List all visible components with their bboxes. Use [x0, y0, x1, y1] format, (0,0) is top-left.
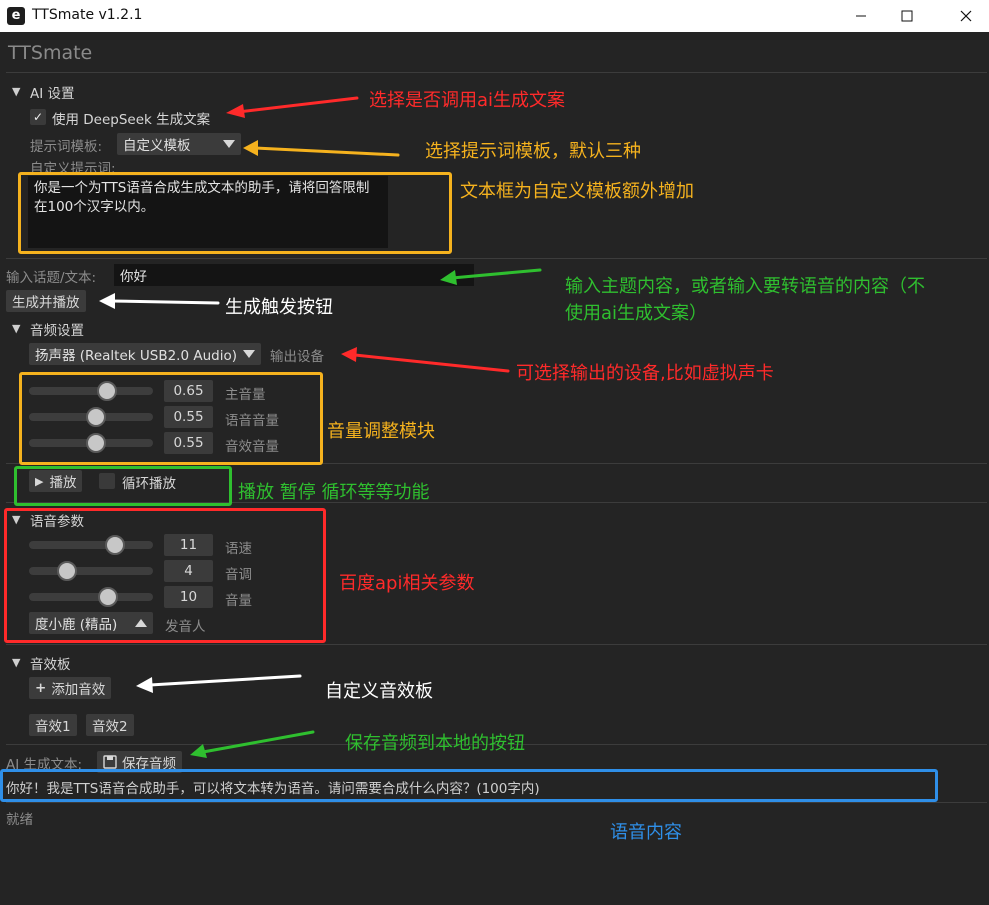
annotation-text-6: 可选择输出的设备,比如虚拟声卡: [516, 363, 774, 384]
annotation-text-2: 选择提示词模板，默认三种: [425, 141, 641, 162]
annotation-text-3: 文本框为自定义模板额外增加: [460, 181, 694, 202]
annotation-text-4b: 使用ai生成文案）: [565, 303, 708, 324]
annotation-text-1: 选择是否调用ai生成文案: [369, 90, 566, 111]
annotation-text-10: 自定义音效板: [325, 681, 433, 702]
annotation-text-11: 保存音频到本地的按钮: [345, 733, 525, 754]
annotation-text-8: 播放 暂停 循环等等功能: [238, 482, 430, 503]
annotation-arrows: [99, 96, 542, 758]
annotation-text-4a: 输入主题内容，或者输入要转语音的内容（不: [565, 276, 925, 297]
annotation-text-5: 生成触发按钮: [225, 297, 333, 318]
annotation-text-12: 语音内容: [610, 822, 682, 843]
annotation-text-9: 百度api相关参数: [339, 573, 475, 594]
annotation-text-7: 音量调整模块: [327, 421, 435, 442]
